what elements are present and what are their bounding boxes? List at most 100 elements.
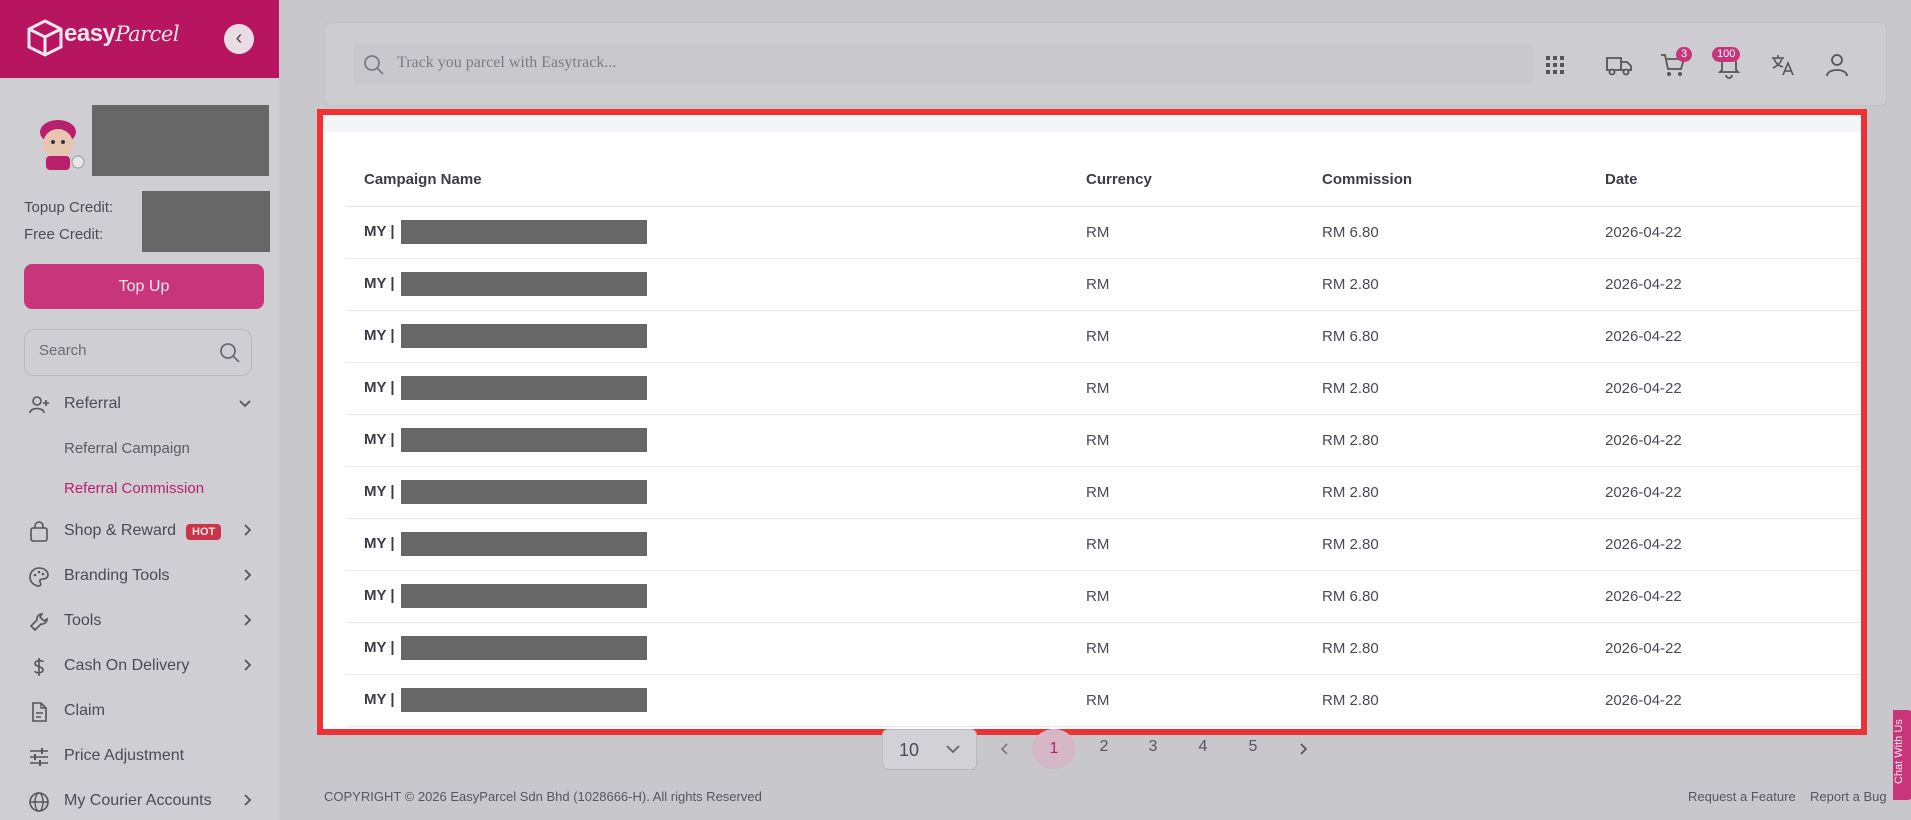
chevron-right-icon	[244, 614, 252, 626]
track-parcel-input[interactable]	[397, 54, 1397, 72]
hot-badge: HOT	[186, 524, 222, 540]
sidebar-item-branding-tools[interactable]: Branding Tools	[0, 561, 279, 593]
commission-cell: RM 2.80	[1304, 622, 1587, 675]
sidebar-item-label: Tools	[64, 612, 102, 629]
document-icon	[32, 702, 47, 722]
campaign-cell: MY |	[346, 258, 1068, 311]
user-plus-icon	[29, 396, 49, 414]
previous-page-icon[interactable]	[997, 741, 1013, 757]
campaign-cell: MY |	[346, 206, 1068, 259]
currency-cell: RM	[1068, 570, 1304, 623]
campaign-name: MY |	[364, 274, 395, 292]
collapse-sidebar-button[interactable]: ‹	[224, 24, 254, 54]
sidebar-search[interactable]	[24, 329, 252, 376]
date-cell: 2026-04-22	[1587, 674, 1860, 727]
page-2-button[interactable]: 2	[1089, 738, 1119, 756]
redacted-campaign-name	[400, 584, 647, 608]
sidebar-item-price-adjustment[interactable]: Price Adjustment	[0, 741, 279, 773]
campaign-name: MY |	[364, 222, 395, 240]
currency-cell: RM	[1068, 466, 1304, 519]
report-bug-link[interactable]: Report a Bug	[1810, 789, 1887, 804]
sidebar-item-tools[interactable]: Tools	[0, 606, 279, 638]
table-row: MY | RM RM 6.80 2026-04-22	[346, 570, 1860, 623]
chat-with-us-button[interactable]: Chat With Us	[1893, 710, 1911, 800]
logo-bar: easyParcel ‹	[0, 0, 279, 78]
commission-cell: RM 2.80	[1304, 466, 1587, 519]
campaign-name: MY |	[364, 534, 395, 552]
table-row: MY | RM RM 2.80 2026-04-22	[346, 674, 1860, 727]
column-header-commission[interactable]: Commission	[1304, 154, 1587, 207]
sidebar-item-my-courier-accounts[interactable]: My Courier Accounts	[0, 786, 279, 818]
cart-count-badge: 3	[1676, 47, 1693, 62]
translate-icon[interactable]	[1769, 51, 1797, 79]
redacted-campaign-name	[400, 480, 647, 504]
next-page-icon[interactable]	[1295, 741, 1311, 757]
date-cell: 2026-04-22	[1587, 310, 1860, 363]
box-logo-icon	[27, 19, 63, 57]
currency-cell: RM	[1068, 674, 1304, 727]
sidebar-subitem-referral-commission[interactable]: Referral Commission	[64, 480, 204, 497]
currency-cell: RM	[1068, 362, 1304, 415]
commission-table: Campaign Name Currency Commission Date M…	[346, 154, 1860, 727]
topup-credit-label: Topup Credit:	[24, 199, 114, 216]
page-size-value: 10	[899, 740, 920, 760]
redacted-username	[92, 105, 269, 176]
sidebar: easyParcel ‹ Topup Credit: Free Credit: …	[0, 0, 279, 820]
chevron-down-icon	[239, 400, 251, 408]
table-row: MY | RM RM 2.80 2026-04-22	[346, 466, 1860, 519]
top-up-button[interactable]: Top Up	[24, 264, 264, 309]
search-icon	[364, 55, 384, 75]
column-header-campaign[interactable]: Campaign Name	[346, 154, 1068, 207]
page-3-button[interactable]: 3	[1138, 738, 1168, 756]
chevron-down-icon	[946, 745, 960, 754]
sidebar-item-label: Referral	[64, 395, 121, 412]
campaign-name: MY |	[364, 326, 395, 344]
apps-grid-icon[interactable]	[1541, 51, 1569, 79]
redacted-campaign-name	[400, 220, 647, 244]
campaign-cell: MY |	[346, 518, 1068, 571]
globe-icon	[29, 792, 49, 812]
page-size-select[interactable]: 10	[882, 729, 977, 770]
date-cell: 2026-04-22	[1587, 518, 1860, 571]
currency-cell: RM	[1068, 258, 1304, 311]
sidebar-item-shop-reward[interactable]: Shop & Reward HOT	[0, 516, 279, 548]
page-1-button[interactable]: 1	[1032, 729, 1076, 769]
redacted-campaign-name	[400, 428, 647, 452]
delivery-truck-icon[interactable]	[1605, 51, 1633, 79]
easytrack-search[interactable]	[353, 43, 1533, 85]
sidebar-item-label: My Courier Accounts	[64, 792, 212, 809]
campaign-cell: MY |	[346, 466, 1068, 519]
sidebar-item-label: Branding Tools	[64, 567, 170, 584]
chevron-right-icon	[244, 659, 252, 671]
redacted-campaign-name	[400, 376, 647, 400]
sidebar-subitem-referral-campaign[interactable]: Referral Campaign	[64, 440, 190, 457]
request-feature-link[interactable]: Request a Feature	[1688, 789, 1796, 804]
campaign-name: MY |	[364, 430, 395, 448]
redacted-credit-values	[142, 191, 270, 252]
column-header-date[interactable]: Date	[1587, 154, 1860, 207]
search-icon[interactable]	[219, 342, 241, 364]
campaign-name: MY |	[364, 482, 395, 500]
campaign-name: MY |	[364, 690, 395, 708]
table-row: MY | RM RM 6.80 2026-04-22	[346, 310, 1860, 363]
commission-cell: RM 6.80	[1304, 206, 1587, 259]
commission-cell: RM 2.80	[1304, 414, 1587, 467]
currency-cell: RM	[1068, 310, 1304, 363]
column-header-currency[interactable]: Currency	[1068, 154, 1304, 207]
sidebar-item-cash-on-delivery[interactable]: Cash On Delivery	[0, 651, 279, 683]
campaign-cell: MY |	[346, 570, 1068, 623]
page-4-button[interactable]: 4	[1188, 738, 1218, 756]
date-cell: 2026-04-22	[1587, 414, 1860, 467]
currency-cell: RM	[1068, 206, 1304, 259]
sidebar-item-claim[interactable]: Claim	[0, 696, 279, 728]
brand-logo[interactable]: easyParcel	[64, 20, 180, 48]
shopping-bag-icon	[30, 521, 48, 542]
sidebar-item-referral[interactable]: Referral	[0, 389, 279, 421]
date-cell: 2026-04-22	[1587, 206, 1860, 259]
user-account-icon[interactable]	[1823, 51, 1851, 79]
table-row: MY | RM RM 2.80 2026-04-22	[346, 622, 1860, 675]
free-credit-label: Free Credit:	[24, 226, 104, 243]
currency-cell: RM	[1068, 414, 1304, 467]
sidebar-search-input[interactable]	[39, 342, 219, 359]
page-5-button[interactable]: 5	[1238, 738, 1268, 756]
